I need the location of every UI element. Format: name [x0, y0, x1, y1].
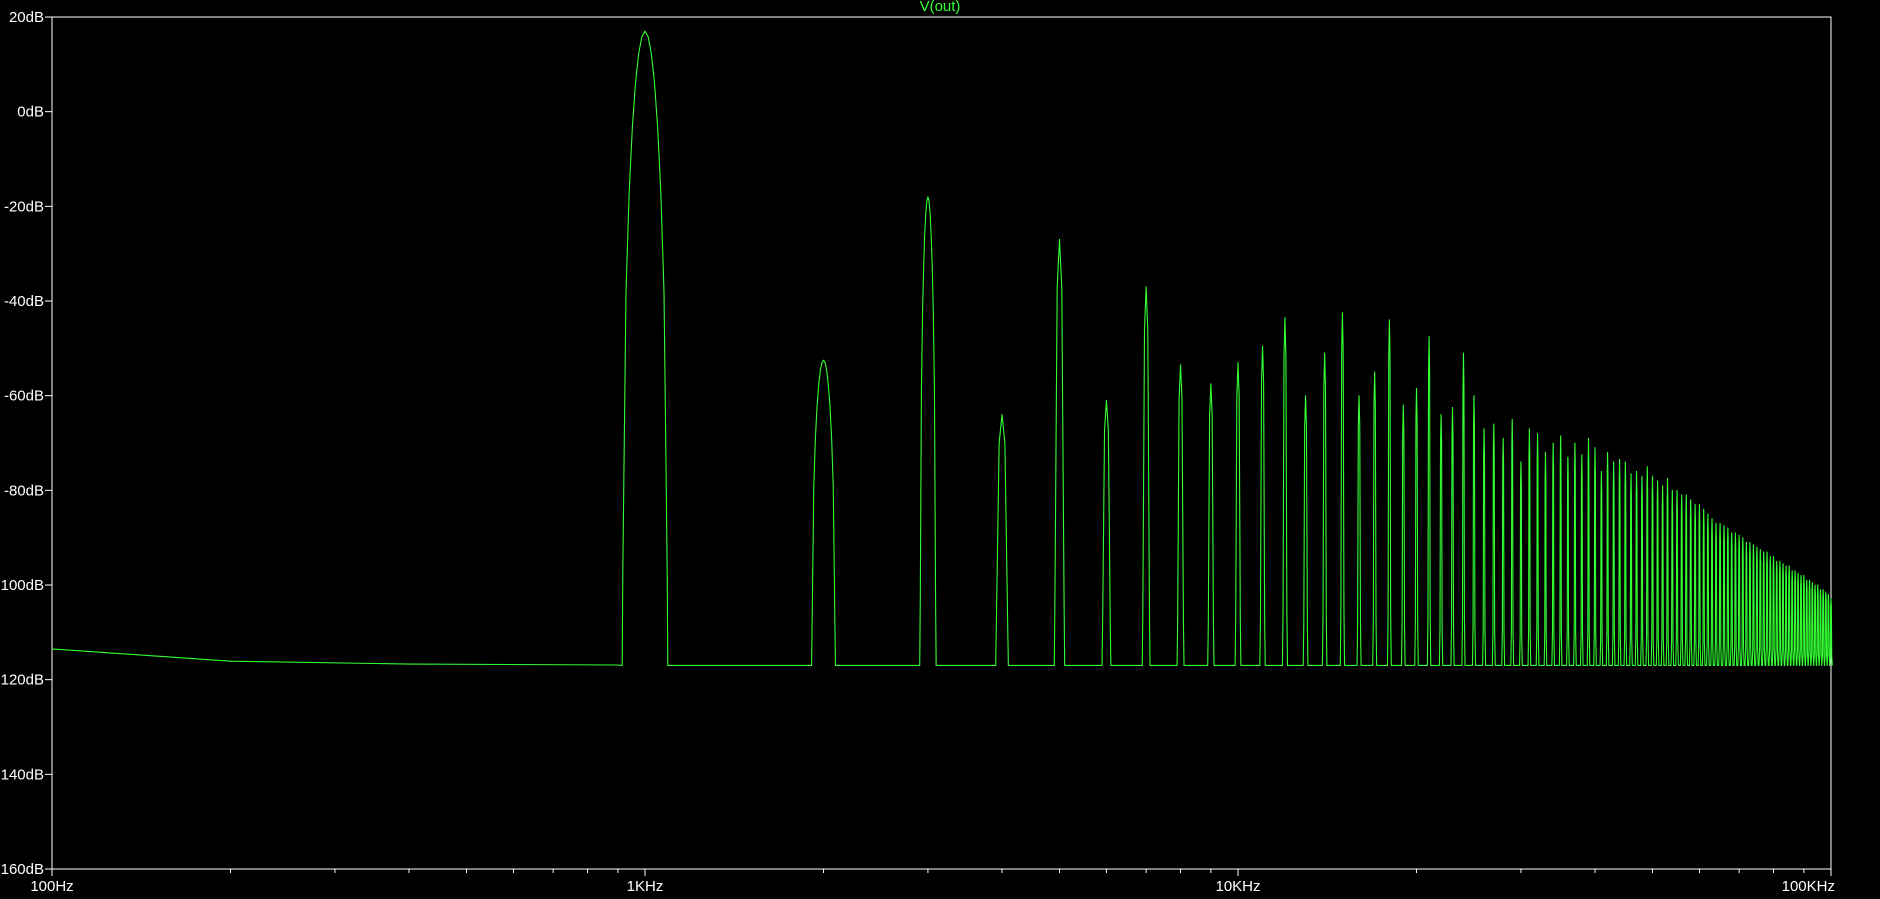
plot-title: V(out): [920, 0, 961, 15]
x-tick-label: 10KHz: [1215, 878, 1260, 895]
plot-frame: [51, 16, 1832, 870]
y-tick-label: -80dB: [4, 482, 44, 499]
y-axis: 20dB 0dB -20dB -40dB -60dB -80dB -100dB -120dB -…: [0, 9, 52, 878]
spectrum-plot: V(out) 20dB 0dB -20dB -40dB -60dB -80dB -100dB…: [0, 0, 1835, 895]
y-tick-label: -120dB: [0, 672, 44, 689]
trace-group: [51, 30, 1833, 667]
y-tick-label: -40dB: [4, 293, 44, 310]
x-tick-label: 1KHz: [627, 878, 664, 895]
y-tick-label: 20dB: [9, 9, 44, 26]
x-tick-label: 100Hz: [30, 878, 73, 895]
x-axis: 100Hz 1KHz 10KHz 100KHz: [30, 869, 1835, 895]
y-tick-label: -140dB: [0, 766, 44, 783]
y-tick-label: -60dB: [4, 388, 44, 405]
x-tick-label: 100KHz: [1782, 878, 1835, 895]
y-tick-label: -160dB: [0, 861, 44, 878]
y-tick-label: -20dB: [4, 198, 44, 215]
y-tick-label: -100dB: [0, 577, 44, 594]
y-tick-label: 0dB: [17, 104, 44, 121]
series-line: [51, 30, 1833, 667]
